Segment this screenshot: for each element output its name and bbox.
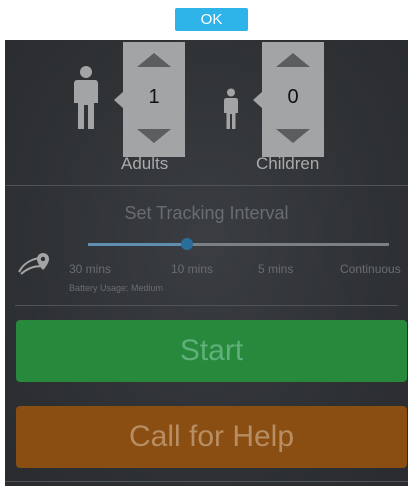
bottom-divider [5, 481, 408, 482]
ok-button[interactable]: OK [175, 8, 248, 31]
children-count: 0 [287, 86, 299, 108]
children-increment-button[interactable] [262, 46, 324, 74]
adults-count: 1 [148, 86, 160, 108]
arrow-up-icon [137, 53, 171, 67]
children-label: Children [256, 154, 320, 173]
tracking-interval-title: Set Tracking Interval [124, 203, 289, 223]
start-button[interactable]: Start [16, 320, 407, 382]
location-tracking-icon [18, 253, 49, 275]
adults-stepper: 1 [114, 42, 185, 157]
battery-usage-text: Battery Usage: Medium [69, 283, 164, 293]
adults-label: Adults [121, 154, 169, 173]
arrow-down-icon [276, 129, 310, 143]
interval-slider-thumb[interactable] [181, 238, 194, 250]
child-person-icon [224, 88, 238, 129]
section-divider [5, 185, 408, 186]
interval-option-continuous[interactable]: Continuous [340, 262, 401, 276]
adults-decrement-button[interactable] [123, 122, 185, 150]
adults-increment-button[interactable] [123, 46, 185, 74]
children-stepper: 0 [253, 42, 324, 157]
arrow-up-icon [276, 53, 310, 67]
children-decrement-button[interactable] [262, 122, 324, 150]
tracking-panel: 1 Adults 0 Children Set Tracking Interva… [5, 40, 408, 486]
section-divider [15, 305, 398, 306]
arrow-down-icon [137, 129, 171, 143]
call-for-help-button[interactable]: Call for Help [16, 406, 407, 468]
interval-slider-fill [88, 243, 188, 246]
interval-option-30-mins[interactable]: 30 mins [69, 262, 111, 276]
interval-option-10-mins[interactable]: 10 mins [171, 262, 213, 276]
adult-person-icon [74, 66, 98, 129]
interval-option-5-mins[interactable]: 5 mins [258, 262, 293, 276]
